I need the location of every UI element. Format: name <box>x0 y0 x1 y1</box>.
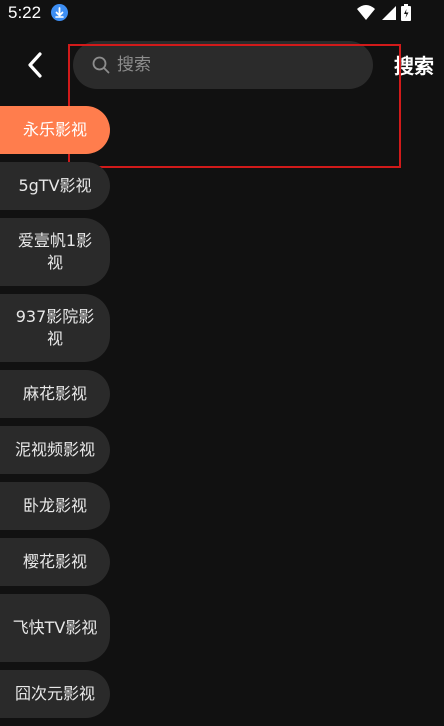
signal-icon <box>382 6 396 20</box>
source-item-jiongciyuan[interactable]: 囧次元影视 <box>0 670 110 718</box>
status-icons <box>356 3 416 23</box>
chevron-left-icon <box>28 52 42 78</box>
status-bar: 5:22 <box>0 0 444 28</box>
source-item-yongle[interactable]: 永乐影视 <box>0 106 110 154</box>
source-item-wolong[interactable]: 卧龙影视 <box>0 482 110 530</box>
source-list: 永乐影视 5gTV影视 爱壹帆1影视 937影院影视 麻花影视 泥视频影视 卧龙… <box>0 106 110 726</box>
back-button[interactable] <box>18 48 52 82</box>
source-item-yinghua[interactable]: 樱花影视 <box>0 538 110 586</box>
wifi-icon <box>357 5 375 20</box>
source-item-5gtv[interactable]: 5gTV影视 <box>0 162 110 210</box>
source-item-mahua[interactable]: 麻花影视 <box>0 370 110 418</box>
download-icon <box>51 4 68 21</box>
source-item-ni[interactable]: 泥视频影视 <box>0 426 110 474</box>
source-item-feikuai[interactable]: 飞快TV影视 <box>0 594 110 662</box>
status-time: 5:22 <box>8 3 42 22</box>
search-box[interactable] <box>73 41 373 89</box>
search-button[interactable]: 搜索 <box>388 51 440 81</box>
battery-icon <box>401 4 411 21</box>
source-item-aiyifan[interactable]: 爱壹帆1影视 <box>0 218 110 286</box>
search-input[interactable] <box>117 49 357 81</box>
source-item-937[interactable]: 937影院影视 <box>0 294 110 362</box>
search-icon <box>91 55 111 75</box>
